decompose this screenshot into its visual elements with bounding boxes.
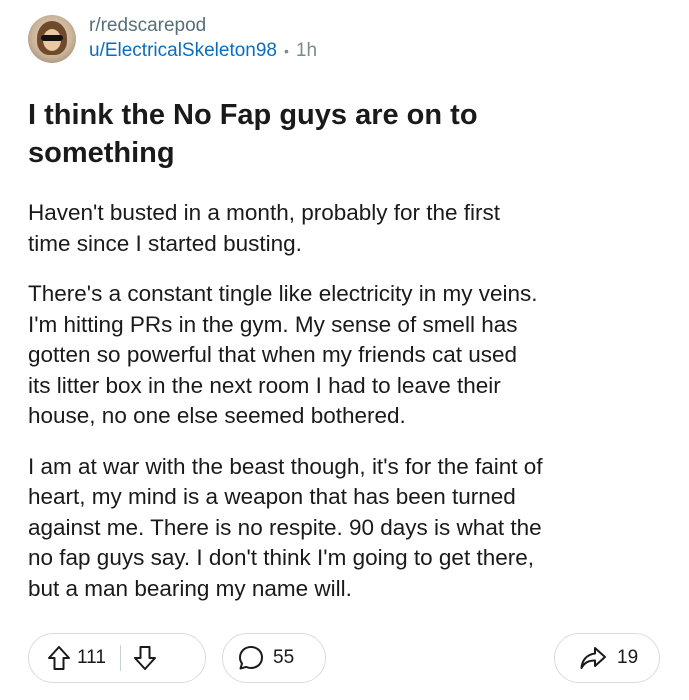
upvote-icon[interactable] [47, 645, 71, 671]
post-body: Haven't busted in a month, probably for … [28, 198, 678, 624]
share-icon [579, 645, 607, 671]
comments-button[interactable]: 55 [222, 633, 326, 683]
avatar-sunglasses [41, 35, 63, 41]
comment-count: 55 [273, 647, 295, 668]
username-link[interactable]: u/ElectricalSkeleton98 [89, 38, 277, 64]
avatar[interactable] [28, 15, 76, 63]
comment-icon [237, 644, 265, 672]
post-time: 1h [295, 40, 318, 61]
post-title: I think the No Fap guys are on to someth… [28, 99, 478, 169]
vote-count: 111 [77, 647, 106, 668]
user-line: u/ElectricalSkeleton98 • 1h [89, 38, 317, 64]
body-paragraph: Haven't busted in a month, probably for … [28, 200, 501, 256]
share-count: 19 [617, 647, 639, 668]
vote-pill: 111 [28, 633, 206, 683]
post-actions-bar: 111 55 19 [28, 633, 660, 685]
vote-divider [119, 645, 122, 671]
post-meta: r/redscarepod u/ElectricalSkeleton98 • 1… [89, 14, 317, 64]
meta-separator: • [284, 43, 289, 59]
downvote-icon[interactable] [133, 645, 157, 671]
body-paragraph: I am at war with the beast though, it's … [28, 453, 543, 601]
subreddit-link[interactable]: r/redscarepod [89, 14, 317, 38]
share-button[interactable]: 19 [554, 633, 660, 683]
body-paragraph: There's a constant tingle like electrici… [28, 281, 538, 428]
post-header: r/redscarepod u/ElectricalSkeleton98 • 1… [28, 14, 317, 64]
